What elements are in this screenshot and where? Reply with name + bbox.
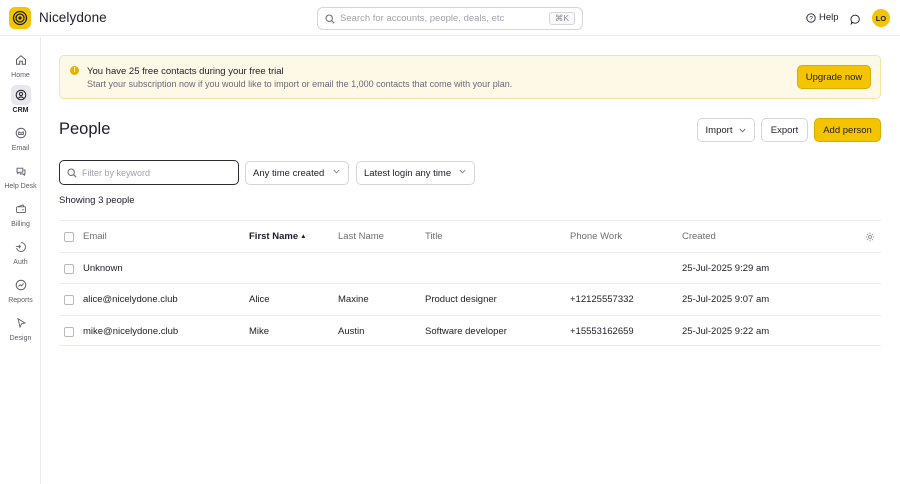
column-header-email[interactable]: Email: [83, 221, 107, 252]
people-table: Email First Name ▲ Last Name Title Phone …: [59, 220, 881, 347]
sort-ascending-icon: ▲: [300, 233, 307, 240]
sidebar-item-label: Email: [11, 145, 30, 152]
keyword-filter-input[interactable]: [82, 167, 232, 178]
latest-login-select-value: Latest login any time: [364, 167, 452, 179]
reports-icon: [11, 275, 31, 295]
logo-spiral-icon: [12, 10, 28, 26]
user-avatar[interactable]: LO: [872, 9, 890, 27]
first-name-cell: Alice: [249, 294, 270, 306]
search-icon: [67, 167, 77, 178]
sidebar-item-email[interactable]: Email: [0, 123, 41, 152]
chevron-down-icon: [333, 169, 340, 174]
export-button[interactable]: Export: [761, 118, 808, 142]
sidebar-item-billing[interactable]: Billing: [0, 199, 41, 228]
row-checkbox[interactable]: [64, 263, 74, 274]
global-search-input[interactable]: [340, 13, 550, 24]
result-count: Showing 3 people: [59, 195, 135, 206]
column-header-created[interactable]: Created: [682, 221, 716, 252]
title-cell: Product designer: [425, 294, 497, 306]
sidebar-item-label: Auth: [13, 259, 28, 266]
import-button[interactable]: Import: [697, 118, 755, 142]
column-settings-button[interactable]: [865, 221, 875, 252]
sidebar-item-label: Home: [11, 72, 30, 79]
upgrade-button[interactable]: Upgrade now: [797, 65, 871, 89]
trial-banner-title: You have 25 free contacts during your fr…: [87, 66, 284, 77]
column-header-title[interactable]: Title: [425, 221, 443, 252]
auth-icon: [11, 237, 31, 257]
top-bar: Nicelydone ⌘K ? Help LO: [0, 0, 900, 36]
chevron-down-icon: [739, 128, 747, 133]
email-cell[interactable]: mike@nicelydone.club: [83, 316, 178, 347]
sidebar-item-home[interactable]: Home: [0, 50, 41, 79]
phone-cell: +12125557332: [570, 294, 634, 306]
email-icon: [11, 123, 31, 143]
warning-icon: !: [70, 66, 79, 75]
svg-text:?: ?: [809, 15, 813, 22]
design-icon: [11, 313, 31, 333]
select-all-checkbox[interactable]: [64, 232, 74, 242]
billing-icon: [11, 199, 31, 219]
help-desk-icon: [11, 161, 31, 181]
chat-button[interactable]: [850, 12, 861, 30]
first-name-cell: Mike: [249, 325, 270, 337]
row-checkbox[interactable]: [64, 326, 74, 337]
help-circle-icon: ?: [806, 12, 816, 23]
app-name: Nicelydone: [39, 10, 107, 25]
row-checkbox[interactable]: [64, 295, 74, 306]
help-label: Help: [819, 12, 839, 23]
sidebar-item-design[interactable]: Design: [0, 313, 41, 342]
sidebar-item-help-desk[interactable]: Help Desk: [0, 161, 41, 190]
title-cell: Software developer: [425, 325, 507, 337]
column-header-first-name[interactable]: First Name ▲: [249, 221, 307, 252]
created-time-select-value: Any time created: [253, 167, 325, 179]
column-header-phone-work[interactable]: Phone Work: [570, 221, 622, 252]
trial-banner-subtitle: Start your subscription now if you would…: [87, 79, 513, 89]
chat-bubble-icon: [850, 14, 860, 26]
search-icon: [325, 13, 335, 24]
table-row[interactable]: Unknown 25-Jul-2025 9:29 am: [59, 251, 881, 284]
help-link[interactable]: ? Help: [806, 12, 839, 23]
search-shortcut-badge: ⌘K: [548, 12, 575, 25]
global-search[interactable]: ⌘K: [317, 7, 583, 30]
sidebar-item-reports[interactable]: Reports: [0, 275, 41, 304]
trial-banner: ! You have 25 free contacts during your …: [59, 55, 881, 99]
email-cell[interactable]: Unknown: [83, 253, 123, 284]
table-row[interactable]: mike@nicelydone.club Mike Austin Softwar…: [59, 314, 881, 347]
created-cell: 25-Jul-2025 9:29 am: [682, 262, 770, 274]
page-title: People: [59, 120, 111, 138]
home-icon: [11, 50, 31, 70]
phone-cell: +15553162659: [570, 325, 634, 337]
sidebar-item-label: Design: [9, 335, 32, 342]
created-cell: 25-Jul-2025 9:07 am: [682, 294, 770, 306]
last-name-cell: Austin: [338, 325, 365, 337]
add-person-button[interactable]: Add person: [814, 118, 881, 142]
sidebar-item-crm[interactable]: CRM: [0, 85, 41, 114]
email-cell[interactable]: alice@nicelydone.club: [83, 284, 178, 315]
sidebar-item-label: Help Desk: [4, 183, 37, 190]
last-name-cell: Maxine: [338, 294, 369, 306]
gear-icon: [865, 232, 875, 241]
sidebar-item-label: Reports: [8, 297, 33, 304]
import-button-label: Import: [705, 124, 733, 136]
sidebar-item-label: CRM: [12, 107, 29, 114]
sidebar: Home CRM Email Help Desk Billing Auth Re…: [0, 37, 41, 484]
chevron-down-icon: [459, 169, 466, 174]
column-header-last-name[interactable]: Last Name: [338, 221, 384, 252]
sidebar-item-auth[interactable]: Auth: [0, 237, 41, 266]
sidebar-item-label: Billing: [11, 221, 30, 228]
latest-login-select[interactable]: Latest login any time: [356, 161, 475, 185]
table-row[interactable]: alice@nicelydone.club Alice Maxine Produ…: [59, 283, 881, 315]
created-time-select[interactable]: Any time created: [245, 161, 349, 185]
app-logo[interactable]: [9, 7, 31, 29]
column-header-first-name-label: First Name: [249, 231, 299, 242]
table-header-row: Email First Name ▲ Last Name Title Phone …: [59, 220, 881, 252]
created-cell: 25-Jul-2025 9:22 am: [682, 325, 770, 337]
crm-icon: [10, 85, 31, 105]
keyword-filter[interactable]: [59, 160, 239, 185]
